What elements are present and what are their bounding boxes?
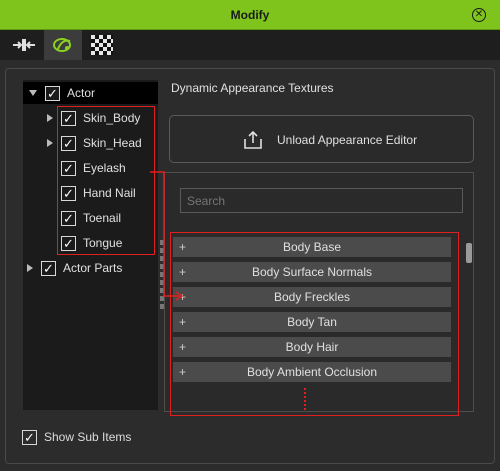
show-sub-items-toggle[interactable]: ✓ Show Sub Items — [22, 428, 131, 446]
show-sub-items-label: Show Sub Items — [44, 430, 132, 444]
checkbox-show-sub-items[interactable]: ✓ — [22, 429, 37, 445]
annotation-overlay — [150, 171, 306, 410]
